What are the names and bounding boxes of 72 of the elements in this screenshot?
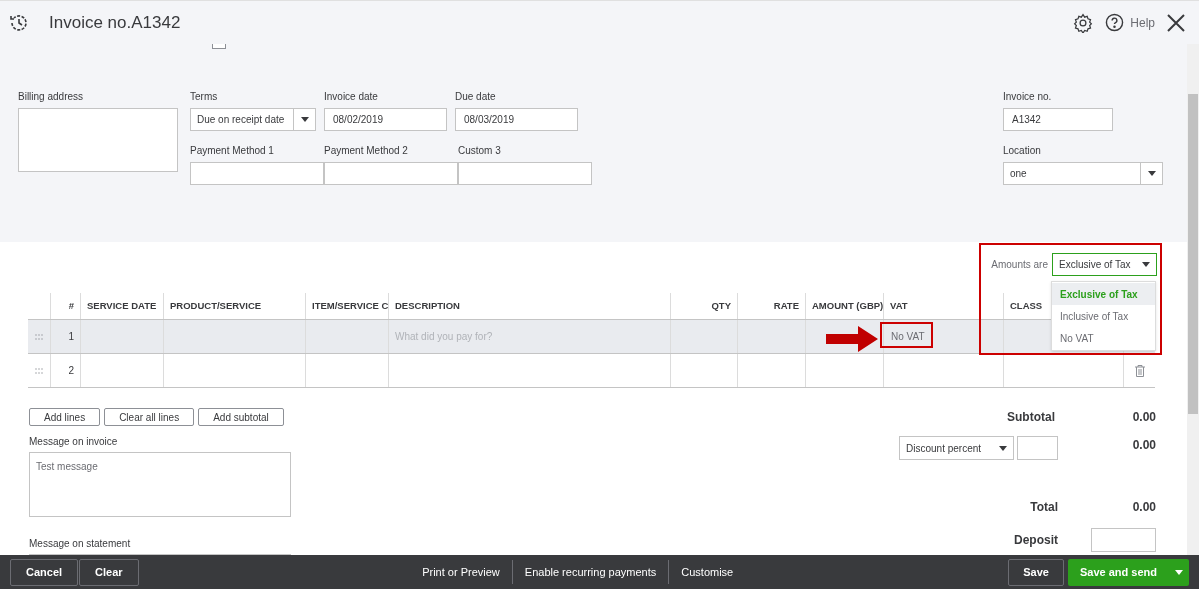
discount-field[interactable] [1017, 436, 1058, 460]
column-header: QTY [670, 293, 737, 319]
input-field[interactable] [324, 162, 458, 185]
column-header: RATE [737, 293, 805, 319]
field-label: Message on statement [29, 537, 132, 551]
total-value: 0.00 [1131, 499, 1156, 516]
line-button[interactable]: Add lines [29, 408, 101, 426]
table-row[interactable]: 2 [28, 354, 1155, 388]
discount-value: 0.00 [1131, 437, 1156, 454]
column-header: # [50, 293, 80, 319]
caret-icon [1175, 569, 1183, 575]
row-number: 1 [68, 330, 74, 344]
footer-link[interactable]: Print or Preview [422, 563, 500, 581]
discount-select[interactable]: Discount percent [899, 436, 1014, 460]
deposit-label: Deposit [1014, 532, 1058, 549]
scrollbar[interactable] [1187, 44, 1199, 555]
highlight-frame [880, 322, 933, 348]
field-label: Payment Method 2 [324, 145, 409, 156]
deposit-field[interactable] [1091, 528, 1156, 552]
caret-icon [1147, 171, 1156, 176]
arrow-icon [826, 326, 878, 352]
column-header: AMOUNT (GBP) [805, 293, 883, 319]
subtotal-label: Subtotal [1007, 409, 1055, 426]
terms-select[interactable]: Due on receipt date [190, 108, 316, 131]
billing-address-field[interactable] [18, 108, 178, 172]
column-header: DESCRIPTION [388, 293, 670, 319]
trash-icon[interactable] [1134, 364, 1145, 377]
field-label: Invoice date [324, 91, 379, 102]
subtotal-value: 0.00 [1131, 409, 1156, 426]
footer-button[interactable]: Cancel [10, 558, 79, 586]
line-button[interactable]: Add subtotal [198, 408, 284, 426]
drag-handle-icon[interactable] [35, 333, 43, 340]
column-header: ITEM/SERVICE C [305, 293, 388, 319]
menu-option[interactable]: No VAT [1052, 327, 1155, 349]
row-number: 2 [68, 364, 74, 378]
line-button[interactable]: Clear all lines [104, 408, 195, 426]
save-button[interactable]: Save [1008, 558, 1064, 586]
amounts-select[interactable]: Exclusive of Tax [1052, 253, 1157, 276]
total-label: Total [1030, 499, 1058, 516]
column-header: SERVICE DATE [80, 293, 163, 319]
close-icon[interactable] [1167, 13, 1185, 32]
drag-handle-icon[interactable] [35, 367, 43, 374]
field-label: Message on invoice [29, 435, 119, 449]
input-field[interactable] [458, 162, 592, 185]
input-field[interactable]: 08/03/2019 [455, 108, 578, 131]
field-label: Billing address [18, 91, 85, 102]
checkbox[interactable] [212, 44, 226, 49]
settings-icon[interactable] [1073, 12, 1094, 33]
help-button[interactable]: Help [1105, 13, 1155, 32]
location-select[interactable]: one [1003, 162, 1163, 185]
amounts-label: Amounts are [991, 258, 1048, 272]
field-label: Custom 3 [458, 145, 502, 156]
footer-button[interactable]: Clear [79, 558, 139, 586]
column-header: PRODUCT/SERVICE [163, 293, 305, 319]
input-field[interactable] [190, 162, 324, 185]
field-label: Due date [455, 91, 497, 102]
footer-link[interactable]: Enable recurring payments [524, 563, 657, 581]
input-field[interactable]: A1342 [1003, 108, 1113, 131]
field-label: Location [1003, 145, 1042, 156]
field-label: Payment Method 1 [190, 145, 275, 156]
footer-link[interactable]: Customise [681, 563, 734, 581]
column-header: VAT [883, 293, 1003, 319]
help-icon [1105, 13, 1125, 32]
caret-icon [300, 117, 309, 122]
vat-value[interactable]: No VAT [891, 329, 925, 344]
caret-icon [1142, 262, 1150, 267]
window-title: Invoice no.A1342 [49, 11, 181, 34]
input-field[interactable]: 08/02/2019 [324, 108, 447, 131]
field-label: Terms [190, 91, 219, 102]
field-label: Invoice no. [1003, 91, 1053, 102]
caret-icon [999, 445, 1007, 451]
message-field[interactable]: Test message [29, 452, 291, 517]
